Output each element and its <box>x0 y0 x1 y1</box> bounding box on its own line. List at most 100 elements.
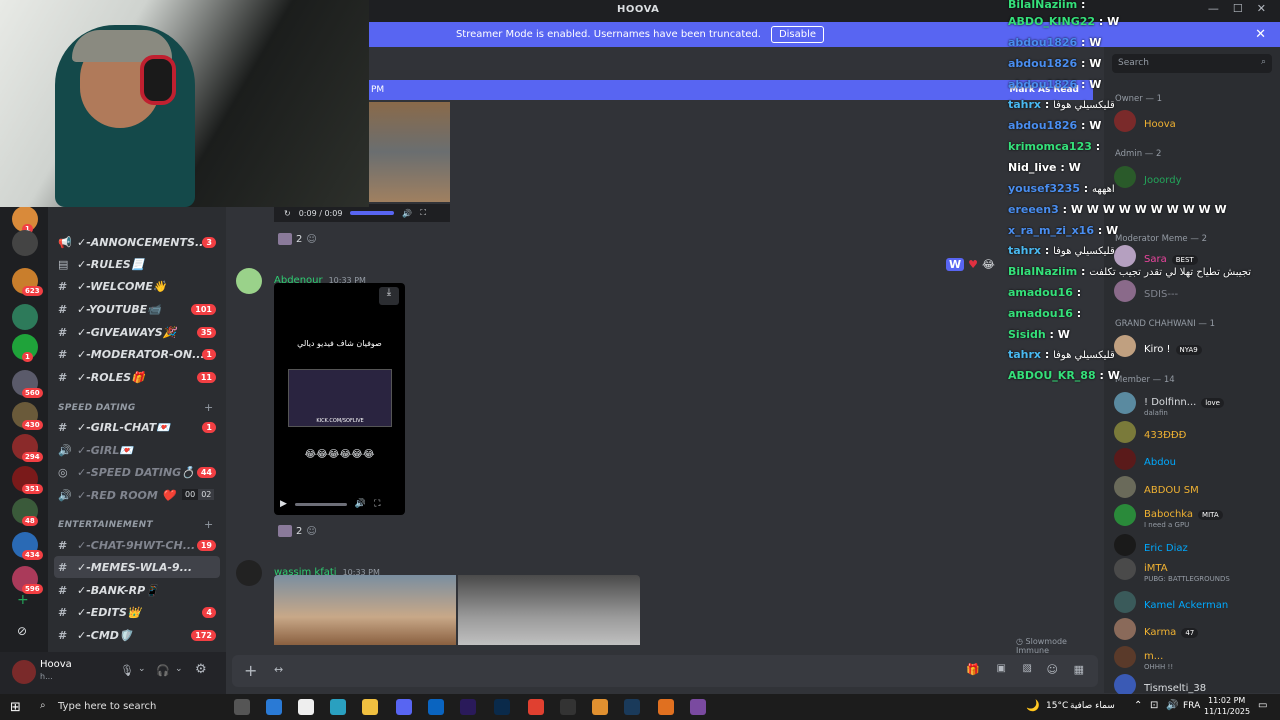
fullscreen-icon[interactable]: ⛶ <box>420 208 426 218</box>
chevron-down-icon[interactable]: ⌄ <box>175 664 183 674</box>
channel-item[interactable]: # ✓-MODERATOR-ON... 1 <box>58 344 218 364</box>
member-item[interactable]: Babochka MITA I need a GPU <box>1114 503 1274 529</box>
play-icon[interactable]: ▶ <box>280 499 287 509</box>
replay-icon[interactable]: ↻ <box>284 209 291 218</box>
app-icon[interactable] <box>658 699 674 715</box>
headphones-icon[interactable]: 🎧 <box>156 664 170 677</box>
volume-icon[interactable]: 🔊 <box>1166 700 1178 711</box>
member-item[interactable]: Eric Diaz <box>1114 533 1274 557</box>
sticker-icon[interactable]: ▧ <box>1023 663 1032 674</box>
channel-item[interactable]: ▤ ✓-RULES📃 <box>58 254 218 274</box>
server-icon[interactable] <box>12 304 38 330</box>
channel-item[interactable]: 📢 ✓-ANNONCEMENTS... 3 <box>58 232 218 252</box>
explore-icon[interactable]: ⊘ <box>17 624 27 638</box>
clock-date[interactable]: 11/11/2025 <box>1204 707 1250 716</box>
clock-time[interactable]: 11:02 PM <box>1208 696 1245 705</box>
video-thumbnail[interactable] <box>368 102 450 202</box>
store-icon[interactable] <box>266 699 282 715</box>
image-attachment[interactable] <box>274 575 456 645</box>
activity-icon[interactable]: ▦ <box>1074 663 1084 676</box>
add-server-icon[interactable]: + <box>17 592 29 608</box>
outlook-icon[interactable] <box>428 699 444 715</box>
avatar <box>1114 534 1136 556</box>
add-reaction-icon[interactable]: ☺ <box>306 526 316 537</box>
server-icon[interactable] <box>12 230 38 256</box>
volume-icon[interactable]: 🔊 <box>402 209 412 218</box>
channel-item[interactable]: # ✓-ROLES🎁 11 <box>58 367 218 387</box>
chevron-down-icon[interactable]: ⌄ <box>138 664 146 674</box>
member-item[interactable]: m... OHHH !! <box>1114 645 1274 671</box>
notifications-icon[interactable]: ▭ <box>1258 700 1267 711</box>
user-name[interactable]: Hoova <box>40 659 72 670</box>
obs-icon[interactable] <box>560 699 576 715</box>
edge-icon[interactable] <box>330 699 346 715</box>
member-item[interactable]: ! Dolfinn... love dalafin <box>1114 391 1274 417</box>
channel-item[interactable]: # ✓-WELCOME👋 <box>58 276 218 296</box>
download-icon[interactable]: ⤓ <box>379 287 399 305</box>
apps-icon[interactable]: ↔ <box>274 663 283 676</box>
settings-gear-icon[interactable]: ⚙ <box>195 662 207 677</box>
category-speed-dating[interactable]: SPEED DATING <box>58 403 136 413</box>
channel-name: ✓-EDITS👑 <box>77 605 141 619</box>
laugh-icon[interactable]: 😂 <box>982 258 995 271</box>
heart-icon[interactable]: ♥ <box>968 258 978 271</box>
avatar[interactable] <box>236 560 262 586</box>
channel-item[interactable]: 🔊 ✓-GIRL💌 <box>58 440 218 460</box>
channel-name: ✓-SPEED DATING💍 <box>77 465 195 479</box>
channel-item[interactable]: # ✓-EDITS👑 4 <box>58 602 218 622</box>
member-item[interactable]: Karma 47 <box>1114 617 1274 641</box>
message-composer[interactable]: + ↔ 🎁 ▣ ▧ ☺ ▦ <box>232 655 1098 687</box>
channel-item[interactable]: # ✓-MEMES-WLA-9... <box>58 557 218 577</box>
fullscreen-icon[interactable]: ⛶ <box>374 499 380 509</box>
microphone-icon[interactable]: 🎙 <box>120 664 134 677</box>
member-item[interactable]: Kamel Ackerman <box>1114 590 1274 614</box>
video-embed[interactable]: ⤓ صوفيان شاف فيديو ديالي KICK.COM/SOFLIV… <box>274 283 405 515</box>
channel-item[interactable]: # ✓-CMD🛡️ 172 <box>58 625 218 645</box>
add-attachment-icon[interactable]: + <box>244 661 257 680</box>
file-icon[interactable] <box>298 699 314 715</box>
network-icon[interactable]: ⊡ <box>1150 700 1158 711</box>
reaction-row[interactable]: 2 ☺ <box>278 525 317 537</box>
gift-icon[interactable]: 🎁 <box>966 663 980 676</box>
reaction-row[interactable]: 2 ☺ <box>278 233 317 245</box>
channel-name: ✓-WELCOME👋 <box>77 279 167 293</box>
gif-icon[interactable]: ▣ <box>997 663 1006 674</box>
taskbar-search[interactable]: ⌕ Type here to search <box>34 696 220 718</box>
photoshop-icon[interactable] <box>494 699 510 715</box>
avatar[interactable] <box>12 660 36 684</box>
app-icon[interactable] <box>592 699 608 715</box>
seek-bar[interactable] <box>350 211 395 215</box>
explorer-icon[interactable] <box>362 699 378 715</box>
chrome-icon[interactable] <box>528 699 544 715</box>
member-item[interactable]: 433ƉƉƉ <box>1114 420 1274 444</box>
member-item[interactable]: ABDOU SM <box>1114 475 1274 499</box>
category-entertainement[interactable]: ENTERTAINEMENT <box>58 520 153 530</box>
member-item[interactable]: iMTA PUBG: BATTLEGROUNDS <box>1114 557 1274 583</box>
language-indicator[interactable]: FRA <box>1183 701 1200 711</box>
steam-icon[interactable] <box>624 699 640 715</box>
task-view-icon[interactable] <box>234 699 250 715</box>
disable-button[interactable]: Disable <box>770 26 825 43</box>
avatar[interactable] <box>236 268 262 294</box>
channel-item[interactable]: # ✓-CHAT-9HWT-CH... 19 <box>58 535 218 555</box>
seek-bar[interactable] <box>294 502 347 506</box>
image-attachment[interactable] <box>458 575 640 645</box>
add-channel-icon[interactable]: + <box>204 401 213 414</box>
channel-item[interactable]: ◎ ✓-SPEED DATING💍 44 <box>58 462 218 482</box>
premiere-icon[interactable] <box>460 699 476 715</box>
add-reaction-icon[interactable]: ☺ <box>306 234 316 245</box>
channel-item[interactable]: # ✓-GIRL-CHAT💌 1 <box>58 417 218 437</box>
member-item[interactable]: Abdou <box>1114 447 1274 471</box>
channel-item[interactable]: # ✓-GIVEAWAYS🎉 35 <box>58 322 218 342</box>
windows-start-icon[interactable]: ⊞ <box>10 700 21 715</box>
emoji-icon[interactable]: ☺ <box>1047 663 1058 676</box>
w-reaction-icon[interactable]: W <box>946 258 965 271</box>
channel-item[interactable]: # ✓-BANK-RP📱 <box>58 580 218 600</box>
add-channel-icon[interactable]: + <box>204 518 213 531</box>
discord-icon[interactable] <box>396 699 412 715</box>
channel-item[interactable]: # ✓-YOUTUBE📹 101 <box>58 299 218 319</box>
volume-icon[interactable]: 🔊 <box>355 499 366 509</box>
new-messages-bar[interactable]: PM Mark As Read <box>368 80 1093 100</box>
app-icon[interactable] <box>690 699 706 715</box>
tray-chevron-icon[interactable]: ⌃ <box>1134 700 1142 711</box>
